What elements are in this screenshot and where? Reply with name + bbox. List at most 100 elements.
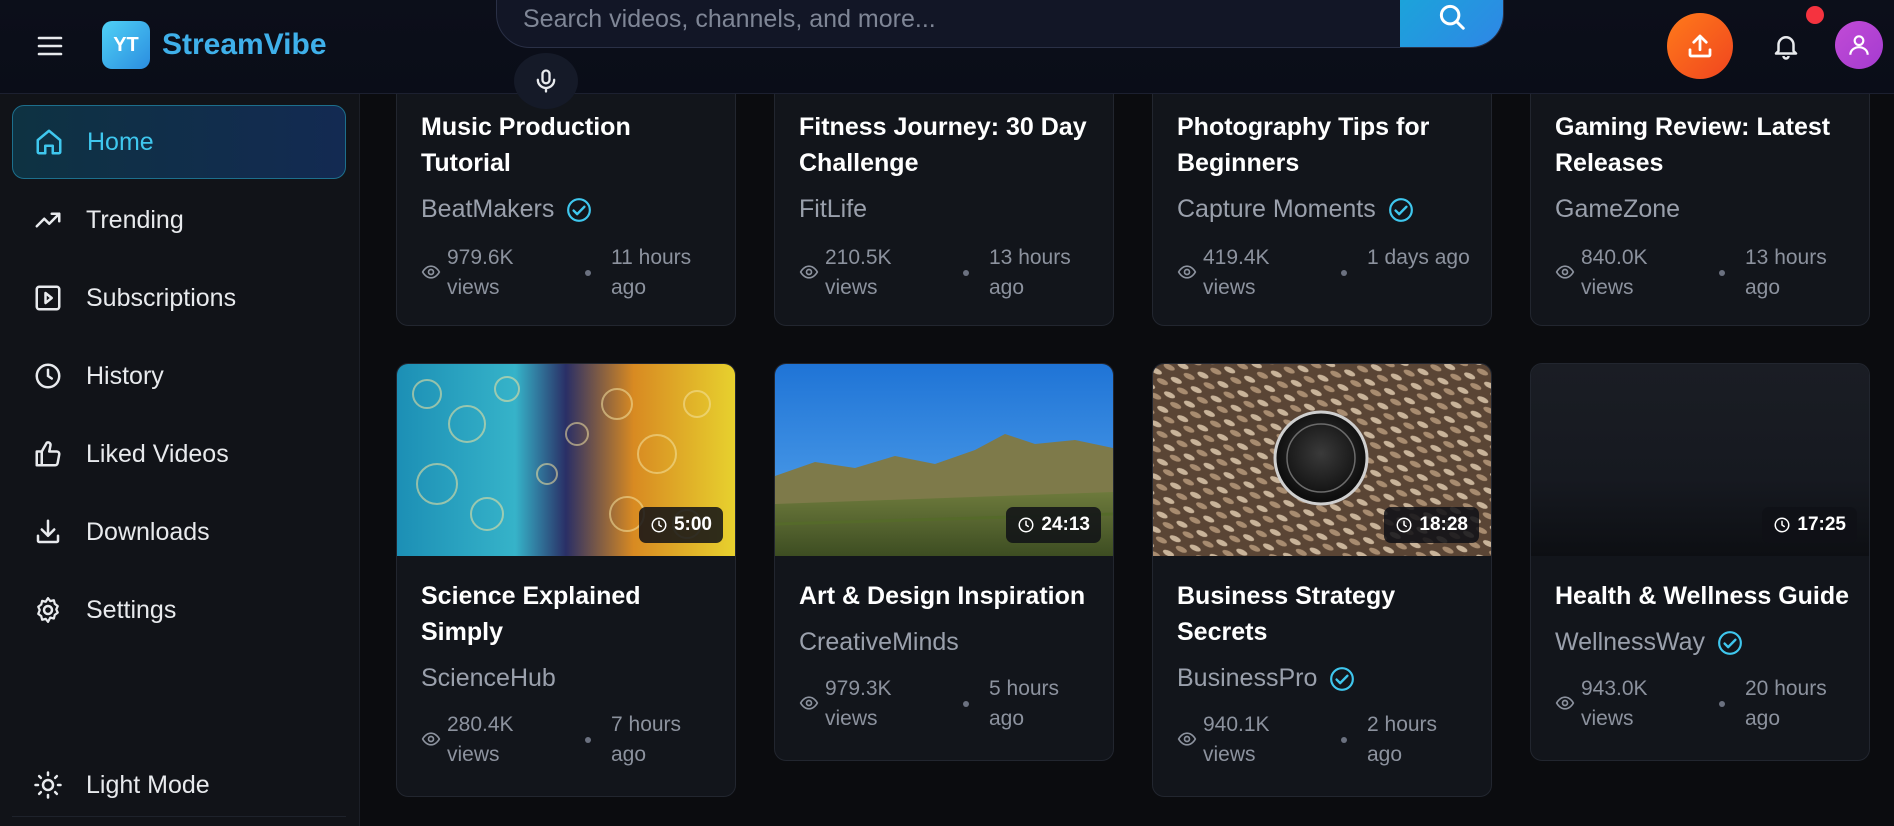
app-name[interactable]: StreamVibe — [162, 28, 327, 62]
channel-name[interactable]: Capture Moments — [1177, 195, 1414, 224]
subscriptions-icon — [28, 278, 68, 318]
upload-icon — [1688, 34, 1712, 58]
duration-text: 24:13 — [1041, 514, 1090, 535]
video-meta: 943.0K views 20 hours ago — [1555, 674, 1855, 738]
video-card[interactable]: Gaming Review: Latest Releases GameZone … — [1530, 60, 1870, 326]
video-title[interactable]: Science Explained Simply — [421, 578, 721, 650]
view-count: 840.0K views — [1581, 246, 1648, 299]
video-thumbnail[interactable]: 18:28 — [1153, 364, 1491, 556]
upload-time: 5 hours ago — [989, 677, 1060, 730]
channel-name[interactable]: ScienceHub — [421, 664, 556, 693]
video-title[interactable]: Business Strategy Secrets — [1177, 578, 1477, 650]
logo-badge[interactable]: YT — [102, 21, 150, 69]
eye-icon — [421, 262, 441, 282]
view-count: 979.3K views — [825, 677, 892, 730]
clock-icon — [1773, 516, 1791, 534]
video-card[interactable]: Fitness Journey: 30 Day Challenge FitLif… — [774, 60, 1114, 326]
video-title[interactable]: Photography Tips for Beginners — [1177, 109, 1477, 181]
sidebar-item-label: Downloads — [86, 517, 210, 546]
sidebar-item-trending[interactable]: Trending — [12, 183, 346, 257]
channel-name-text: WellnessWay — [1555, 628, 1706, 656]
search-bar — [496, 0, 1504, 48]
light-mode-label: Light Mode — [86, 770, 210, 799]
duration-text: 18:28 — [1419, 514, 1468, 535]
microphone-icon — [536, 69, 556, 93]
channel-name[interactable]: GameZone — [1555, 195, 1680, 224]
video-meta: 210.5K views 13 hours ago — [799, 243, 1099, 307]
history-icon — [28, 356, 68, 396]
upload-time: 11 hours ago — [611, 246, 692, 299]
meta-separator — [585, 737, 591, 743]
upload-time: 1 days ago — [1367, 246, 1470, 269]
clock-icon — [1017, 516, 1035, 534]
video-thumbnail[interactable]: 5:00 — [397, 364, 735, 556]
eye-icon — [1177, 262, 1197, 282]
eye-icon — [799, 693, 819, 713]
channel-name-text: BeatMakers — [421, 195, 555, 223]
verified-icon — [1388, 197, 1414, 223]
eye-icon — [421, 729, 441, 749]
channel-name[interactable]: WellnessWay — [1555, 628, 1743, 657]
duration-badge: 17:25 — [1762, 507, 1857, 543]
video-meta: 419.4K views 1 days ago — [1177, 243, 1477, 307]
user-icon — [1849, 35, 1869, 55]
menu-button[interactable] — [28, 26, 72, 66]
video-thumbnail[interactable]: 24:13 — [775, 364, 1113, 556]
video-card[interactable]: 24:13 Art & Design Inspiration CreativeM… — [774, 363, 1114, 761]
video-card[interactable]: 5:00 Science Explained Simply ScienceHub… — [396, 363, 736, 797]
logo-badge-text: YT — [113, 33, 139, 56]
sidebar-item-liked-videos[interactable]: Liked Videos — [12, 417, 346, 491]
eye-icon — [1555, 693, 1575, 713]
sun-icon — [28, 765, 68, 805]
channel-name-text: Capture Moments — [1177, 195, 1376, 223]
video-card[interactable]: Photography Tips for Beginners Capture M… — [1152, 60, 1492, 326]
video-meta: 979.6K views 11 hours ago — [421, 243, 721, 307]
video-title[interactable]: Health & Wellness Guide — [1555, 578, 1855, 614]
sidebar-item-history[interactable]: History — [12, 339, 346, 413]
eye-icon — [1555, 262, 1575, 282]
duration-text: 17:25 — [1797, 514, 1846, 535]
video-title[interactable]: Gaming Review: Latest Releases — [1555, 109, 1855, 181]
avatar[interactable] — [1835, 21, 1883, 69]
upload-time: 13 hours ago — [989, 246, 1071, 299]
sidebar-item-settings[interactable]: Settings — [12, 573, 346, 647]
view-count: 419.4K views — [1203, 246, 1270, 299]
search-input[interactable] — [521, 1, 1395, 37]
video-card[interactable]: 17:25 Health & Wellness Guide WellnessWa… — [1530, 363, 1870, 761]
sidebar-item-label: Home — [87, 127, 154, 156]
video-meta: 940.1K views 2 hours ago — [1177, 710, 1477, 774]
sidebar: Home Trending Subscriptions History Like… — [0, 93, 360, 826]
voice-search-button[interactable] — [514, 53, 578, 109]
verified-icon — [1717, 630, 1743, 656]
channel-name[interactable]: FitLife — [799, 195, 867, 224]
channel-name[interactable]: CreativeMinds — [799, 628, 959, 657]
clock-icon — [650, 516, 668, 534]
duration-text: 5:00 — [673, 514, 712, 535]
sidebar-item-label: Trending — [86, 205, 184, 234]
meta-separator — [1341, 270, 1347, 276]
video-thumbnail[interactable]: 17:25 — [1531, 364, 1869, 556]
channel-name[interactable]: BeatMakers — [421, 195, 592, 224]
sidebar-item-label: Settings — [86, 595, 177, 624]
video-title[interactable]: Music Production Tutorial — [421, 109, 721, 181]
clock-icon — [1395, 516, 1413, 534]
sidebar-item-downloads[interactable]: Downloads — [12, 495, 346, 569]
search-button[interactable] — [1400, 0, 1503, 47]
meta-separator — [1719, 270, 1725, 276]
video-title[interactable]: Fitness Journey: 30 Day Challenge — [799, 109, 1099, 181]
video-meta: 280.4K views 7 hours ago — [421, 710, 721, 774]
notifications-button[interactable] — [1762, 22, 1810, 70]
eye-icon — [799, 262, 819, 282]
channel-name[interactable]: BusinessPro — [1177, 664, 1355, 693]
upload-button[interactable] — [1667, 13, 1733, 79]
sidebar-item-subscriptions[interactable]: Subscriptions — [12, 261, 346, 335]
upload-time: 7 hours ago — [611, 713, 682, 766]
meta-separator — [585, 270, 591, 276]
meta-separator — [1719, 701, 1725, 707]
sidebar-item-home[interactable]: Home — [12, 105, 346, 179]
video-card[interactable]: 18:28 Business Strategy Secrets Business… — [1152, 363, 1492, 797]
sidebar-item-label: History — [86, 361, 164, 390]
light-mode-toggle[interactable]: Light Mode — [12, 748, 346, 822]
video-title[interactable]: Art & Design Inspiration — [799, 578, 1099, 614]
channel-name-text: BusinessPro — [1177, 664, 1318, 692]
